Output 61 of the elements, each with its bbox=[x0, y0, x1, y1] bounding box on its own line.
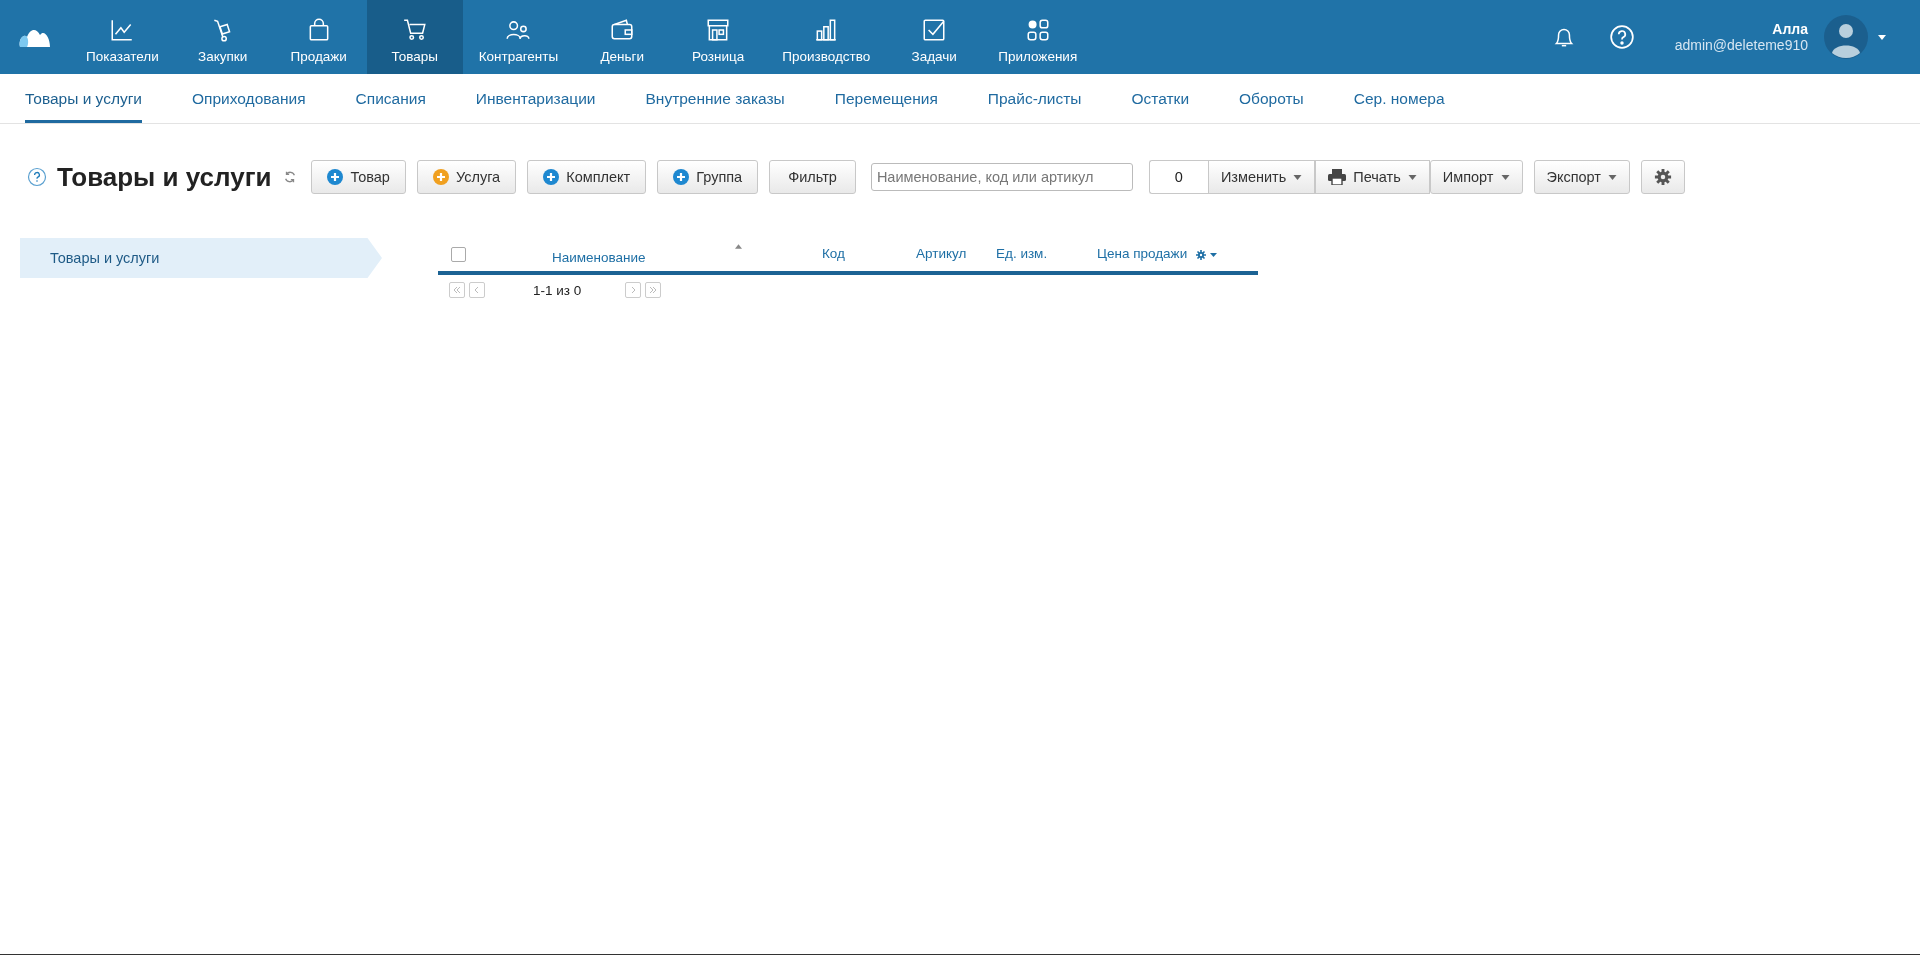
caret-icon[interactable] bbox=[1878, 34, 1886, 40]
nav-tab[interactable]: Продажи bbox=[270, 0, 367, 74]
settings-button[interactable] bbox=[1641, 160, 1685, 194]
subnav-tab[interactable]: Оприходования bbox=[192, 74, 306, 123]
help-icon[interactable] bbox=[27, 167, 47, 187]
selected-counter: 0 bbox=[1148, 160, 1208, 194]
subnav-tab[interactable]: Списания bbox=[355, 74, 426, 123]
dropdown-button[interactable]: Изменить bbox=[1207, 160, 1316, 194]
column-header[interactable]: Наименование bbox=[552, 250, 646, 265]
column-header[interactable]: Цена продажи bbox=[1097, 246, 1188, 261]
subnav-tab[interactable]: Сер. номера bbox=[1353, 74, 1445, 123]
column-header[interactable]: Ед. изм. bbox=[996, 246, 1048, 261]
dropdown-button[interactable]: Импорт bbox=[1429, 160, 1523, 194]
column-settings-icon[interactable] bbox=[1196, 249, 1219, 260]
add-button[interactable]: Услуга bbox=[416, 160, 517, 194]
subnav-tab[interactable]: Обороты bbox=[1239, 74, 1304, 123]
cart-icon bbox=[401, 17, 428, 43]
printer-icon bbox=[1328, 169, 1347, 185]
pagination-info: 1-1 из 0 bbox=[533, 282, 582, 298]
folder-item[interactable]: Товары и услуги bbox=[20, 238, 382, 278]
dropdown-button[interactable]: Печать bbox=[1315, 160, 1430, 194]
help-icon[interactable] bbox=[1608, 24, 1635, 50]
search-field[interactable]: Наименование, код или артикул bbox=[870, 163, 1133, 191]
caret-icon bbox=[1608, 174, 1617, 180]
nav-tab[interactable]: Товары bbox=[366, 0, 463, 74]
refresh-icon[interactable] bbox=[283, 170, 298, 184]
subnav-tab[interactable]: Прайс-листы bbox=[987, 74, 1082, 123]
caret-icon bbox=[1293, 174, 1303, 180]
user-name: Алла bbox=[1772, 21, 1808, 37]
nav-tab[interactable]: Закупки bbox=[174, 0, 271, 74]
add-button[interactable]: Товар bbox=[311, 160, 406, 194]
storefront-icon bbox=[705, 17, 732, 43]
filter-button[interactable]: Фильтр bbox=[769, 160, 856, 194]
add-button[interactable]: Группа bbox=[657, 160, 759, 194]
subnav-tab[interactable]: Товары и услуги bbox=[25, 74, 143, 123]
subnav-tab[interactable]: Перемещения bbox=[834, 74, 938, 123]
user-account: admin@deleteme910 bbox=[1674, 37, 1808, 53]
nav-tab[interactable]: Задачи bbox=[886, 0, 983, 74]
dropdown-button[interactable]: Экспорт bbox=[1533, 160, 1630, 194]
nav-tab[interactable]: Контрагенты bbox=[462, 0, 575, 74]
subnav-tab[interactable]: Остатки bbox=[1131, 74, 1190, 123]
column-header[interactable]: Артикул bbox=[916, 246, 967, 261]
avatar[interactable] bbox=[1824, 15, 1868, 59]
gear-icon bbox=[1654, 168, 1672, 186]
caret-icon bbox=[1407, 174, 1417, 180]
double-chevron-right-icon bbox=[648, 285, 659, 295]
page-title: Товары и услуги bbox=[57, 161, 272, 193]
nav-tab[interactable]: Показатели bbox=[70, 0, 175, 74]
subnav-tab[interactable]: Внутренние заказы bbox=[645, 74, 785, 123]
select-all-checkbox[interactable] bbox=[451, 247, 466, 262]
double-chevron-left-icon bbox=[452, 285, 462, 295]
checkbox-icon bbox=[921, 17, 948, 43]
nav-tab[interactable]: Деньги bbox=[574, 0, 671, 74]
nav-tab[interactable]: Розница bbox=[670, 0, 767, 74]
column-header[interactable]: Код bbox=[822, 246, 845, 261]
add-button[interactable]: Комплект bbox=[527, 160, 647, 194]
caret-icon bbox=[1500, 174, 1510, 180]
subnav-tab[interactable]: Инвентаризации bbox=[475, 74, 596, 123]
nav-tab[interactable]: Приложения bbox=[982, 0, 1094, 74]
grid-icon bbox=[1024, 17, 1051, 43]
nav-tab[interactable]: Производство bbox=[766, 0, 887, 74]
